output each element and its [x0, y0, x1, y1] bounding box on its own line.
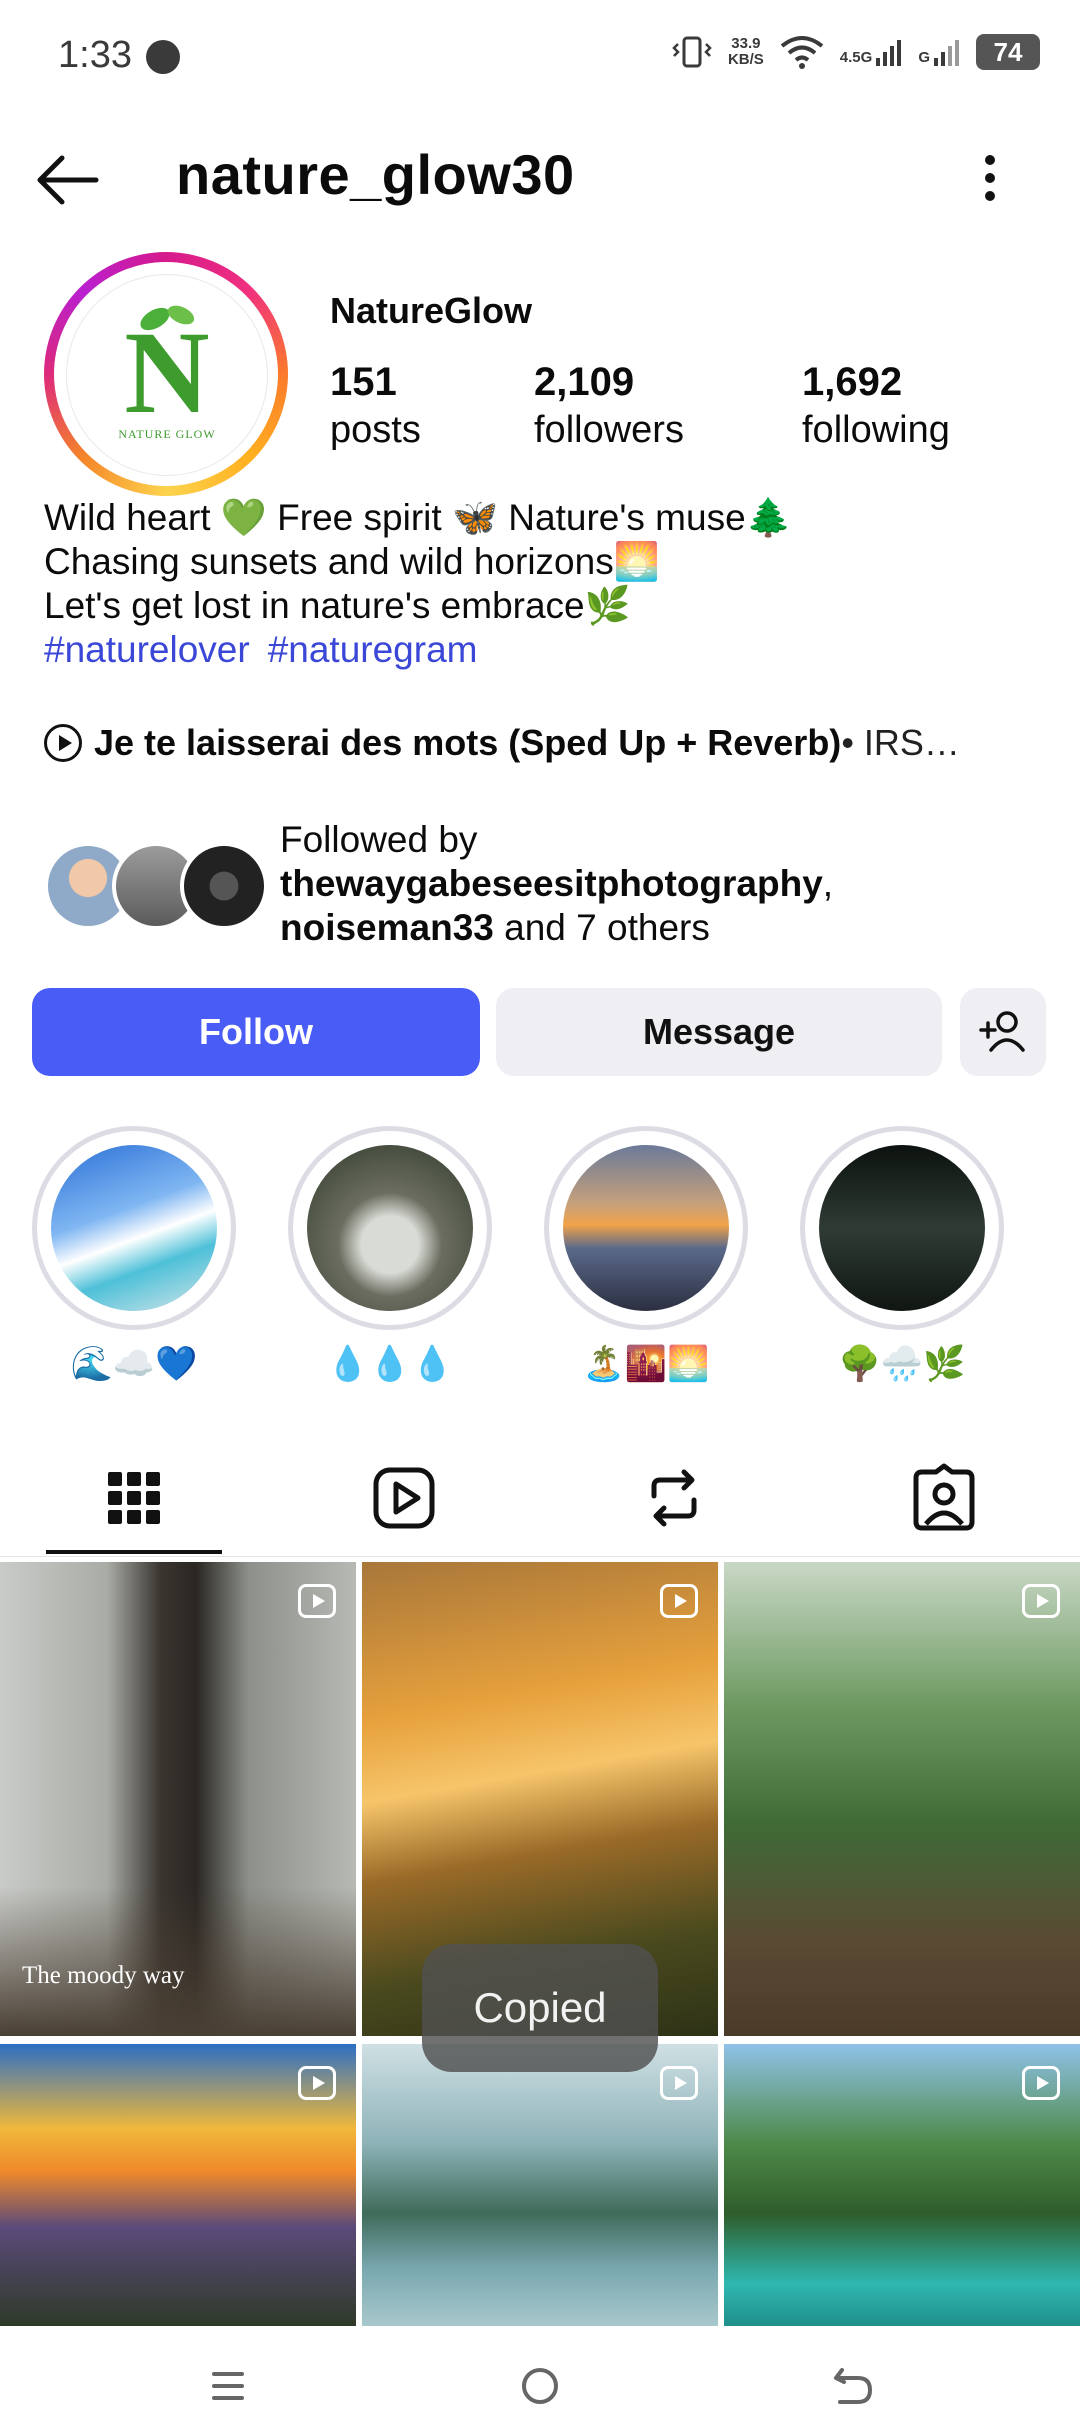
signal-1: 4.5G	[840, 38, 903, 66]
post-tile[interactable]	[724, 1562, 1080, 2036]
hashtag-link[interactable]: #naturegram	[268, 629, 478, 670]
post-tile[interactable]	[724, 2044, 1080, 2326]
suggest-people-button[interactable]	[960, 988, 1046, 1076]
system-navigation-bar	[0, 2326, 1080, 2436]
tagged-icon[interactable]	[904, 1458, 984, 1538]
bio-line: Wild heart 💚 Free spirit 🦋 Nature's muse…	[44, 497, 792, 538]
messenger-icon	[146, 40, 180, 74]
highlight-label: 🌳🌧️🌿	[838, 1345, 966, 1383]
post-tile[interactable]: The moody way	[0, 1562, 356, 2036]
bio-line: Chasing sunsets and wild horizons🌅	[44, 541, 660, 582]
home-icon[interactable]	[510, 2356, 570, 2416]
story-highlight[interactable]: 🌳🌧️🌿	[800, 1126, 1004, 1384]
status-bar: 1:33 33.9 KB/S 4.5G G 74	[0, 0, 1080, 110]
reel-icon	[660, 2066, 698, 2100]
vibrate-icon	[672, 36, 712, 68]
copied-toast: Copied	[422, 1944, 658, 2072]
bio-hashtags: #naturelover #naturegram	[44, 628, 792, 672]
bio-line: Let's get lost in nature's embrace🌿	[44, 585, 631, 626]
follow-button[interactable]: Follow	[32, 988, 480, 1076]
story-highlight[interactable]: 🌊☁️💙	[32, 1126, 236, 1384]
status-icons: 33.9 KB/S 4.5G G 74	[672, 34, 1040, 70]
stat-followers[interactable]: 2,109 followers	[534, 360, 684, 452]
reel-icon	[1022, 2066, 1060, 2100]
reel-icon	[298, 1584, 336, 1618]
highlight-label: 💧💧💧	[326, 1345, 454, 1383]
profile-username: nature_glow30	[176, 143, 575, 206]
grid-icon[interactable]	[94, 1458, 174, 1538]
post-tile[interactable]	[0, 2044, 356, 2326]
highlight-cover	[819, 1145, 985, 1311]
divider	[0, 1556, 1080, 1557]
highlight-cover	[307, 1145, 473, 1311]
follower-avatar	[180, 842, 268, 930]
reel-icon	[298, 2066, 336, 2100]
reel-icon	[1022, 1584, 1060, 1618]
net-speed: 33.9 KB/S	[727, 35, 764, 68]
profile-bio: Wild heart 💚 Free spirit 🦋 Nature's muse…	[44, 496, 792, 672]
highlight-label: 🏝️🌇🌅	[582, 1345, 710, 1383]
highlight-label: 🌊☁️💙	[70, 1345, 198, 1383]
stat-posts[interactable]: 151 posts	[330, 360, 421, 452]
signal-icon-2	[934, 40, 959, 66]
post-caption: The moody way	[22, 1962, 185, 1989]
followed-by-text[interactable]: Followed by thewaygabeseesitphotography,…	[280, 818, 833, 950]
recent-apps-icon[interactable]	[198, 2356, 258, 2416]
more-options-icon[interactable]	[970, 148, 1010, 208]
reel-icon	[660, 1584, 698, 1618]
avatar-logo: N NATURE GLOW	[66, 274, 268, 476]
reels-icon[interactable]	[364, 1458, 444, 1538]
music-song: Je te laisserai des mots (Sped Up + Reve…	[94, 722, 842, 763]
music-artist: • IRS…	[841, 722, 960, 763]
status-time: 1:33	[58, 34, 132, 76]
story-highlight[interactable]: 💧💧💧	[288, 1126, 492, 1384]
profile-tabs	[0, 1440, 1080, 1556]
play-icon	[44, 724, 82, 762]
battery-indicator: 74	[976, 34, 1040, 70]
highlight-cover	[51, 1145, 217, 1311]
active-tab-indicator	[46, 1550, 222, 1554]
hashtag-link[interactable]: #naturelover	[44, 629, 250, 670]
reposts-icon[interactable]	[634, 1458, 714, 1538]
story-highlight[interactable]: 🏝️🌇🌅	[544, 1126, 748, 1384]
message-button[interactable]: Message	[496, 988, 942, 1076]
add-person-icon	[979, 1011, 1025, 1052]
stat-following[interactable]: 1,692 following	[802, 360, 950, 452]
highlight-cover	[563, 1145, 729, 1311]
back-icon[interactable]	[822, 2356, 882, 2416]
post-tile[interactable]	[362, 2044, 718, 2326]
wifi-icon	[780, 36, 824, 69]
back-arrow-icon[interactable]	[32, 150, 102, 210]
profile-music[interactable]: Je te laisserai des mots (Sped Up + Reve…	[44, 722, 960, 764]
display-name: NatureGlow	[330, 290, 533, 331]
signal-2: G	[918, 38, 960, 66]
profile-avatar[interactable]: N NATURE GLOW	[44, 252, 288, 496]
signal-icon	[876, 40, 902, 66]
